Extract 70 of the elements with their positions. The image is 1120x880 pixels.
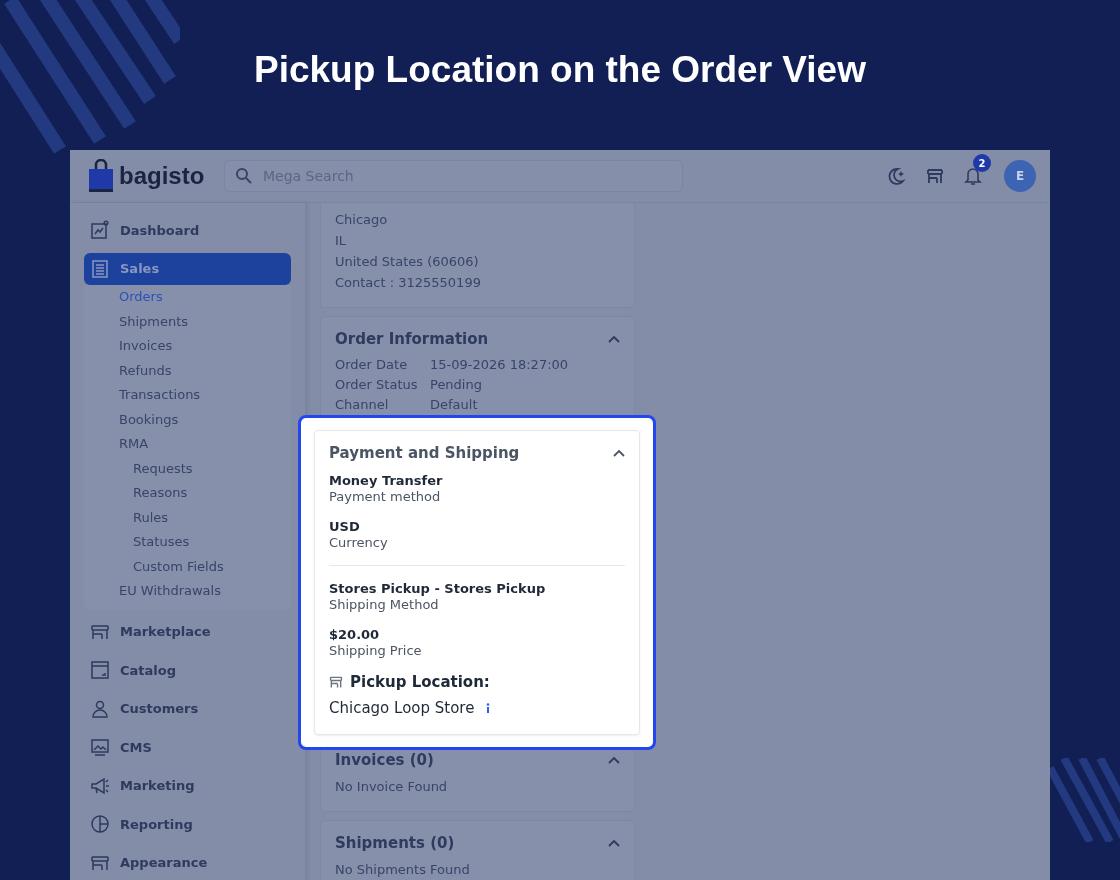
field-value: Stores Pickup - Stores Pickup — [329, 581, 547, 597]
info-label: Channel — [335, 396, 390, 414]
field-label: Shipping Price — [329, 643, 423, 659]
card-title: Order Information — [335, 330, 489, 348]
submenu-item[interactable]: Orders — [84, 285, 291, 310]
shopping-bag-icon — [88, 159, 114, 193]
card-title: Invoices (0) — [335, 751, 434, 769]
user-avatar[interactable]: E — [1004, 160, 1036, 192]
submenu-item[interactable]: Requests — [84, 456, 291, 481]
megaphone-icon — [90, 775, 110, 796]
sidebar-item[interactable]: CMS — [84, 731, 291, 763]
info-value: Pending — [430, 376, 482, 394]
chevron-up-icon[interactable] — [608, 839, 620, 847]
picture-icon — [90, 737, 110, 757]
store-name: Chicago Loop Store — [329, 699, 475, 717]
address-line: United States (60606) — [335, 253, 480, 271]
address-line: Chicago — [335, 211, 389, 229]
chevron-up-icon[interactable] — [613, 449, 625, 457]
submenu-item[interactable]: Bookings — [84, 407, 291, 432]
sidebar-item[interactable]: Marketplace — [84, 615, 291, 648]
address-line: IL — [335, 232, 348, 250]
document-icon — [90, 258, 110, 279]
page-title: Pickup Location on the Order View — [254, 49, 866, 91]
submenu-item[interactable]: Statuses — [84, 530, 291, 555]
card-title: Payment and Shipping — [329, 444, 520, 462]
person-icon — [90, 698, 110, 719]
pickup-location-heading: Pickup Location: — [350, 673, 490, 691]
window-icon — [90, 660, 110, 680]
sidebar-item[interactable]: Sales — [84, 252, 291, 285]
empty-message: No Shipments Found — [335, 861, 471, 879]
logo-text[interactable]: bagisto — [119, 162, 205, 190]
pie-chart-icon — [90, 814, 110, 834]
field-value: USD — [329, 519, 361, 535]
empty-message: No Invoice Found — [335, 778, 449, 796]
submenu-item[interactable]: Reasons — [84, 481, 291, 506]
info-label: Order Status — [335, 376, 419, 394]
submenu-item[interactable]: Invoices — [84, 334, 291, 359]
dashboard-icon — [90, 220, 110, 240]
field-value: Money Transfer — [329, 473, 444, 489]
field-label: Shipping Method — [329, 597, 440, 613]
address-line: Contact : 3125550199 — [335, 274, 482, 292]
moon-icon[interactable] — [886, 166, 906, 186]
sidebar-item[interactable]: Customers — [84, 692, 291, 725]
submenu-item[interactable]: Shipments — [84, 309, 291, 334]
field-label: Payment method — [329, 489, 442, 505]
search-icon — [235, 167, 253, 185]
info-value: 15-09-2026 18:27:00 — [430, 356, 569, 374]
sidebar-item[interactable]: Dashboard — [84, 214, 291, 246]
card-title: Shipments (0) — [335, 834, 455, 852]
submenu-item[interactable]: EU Withdrawals — [84, 579, 291, 604]
sidebar-item[interactable]: Marketing — [84, 769, 291, 802]
submenu-item[interactable]: Refunds — [84, 358, 291, 383]
notification-badge: 2 — [973, 154, 991, 172]
info-icon[interactable] — [486, 703, 491, 713]
chevron-up-icon[interactable] — [608, 756, 620, 764]
info-value: Default — [430, 396, 478, 414]
field-label: Currency — [329, 535, 389, 551]
submenu-item[interactable]: Rules — [84, 505, 291, 530]
chevron-up-icon[interactable] — [608, 335, 620, 343]
submenu-item[interactable]: RMA — [84, 432, 291, 457]
field-value: $20.00 — [329, 627, 381, 643]
submenu-item[interactable]: Transactions — [84, 383, 291, 408]
info-label: Order Date — [335, 356, 409, 374]
submenu-item[interactable]: Custom Fields — [84, 554, 291, 579]
sidebar-item[interactable]: Appearance — [84, 846, 291, 879]
sidebar-item[interactable]: Catalog — [84, 654, 291, 686]
sidebar-item[interactable]: Reporting — [84, 808, 291, 840]
store-icon — [329, 675, 343, 689]
store-icon[interactable] — [926, 167, 944, 185]
bell-icon[interactable] — [964, 166, 982, 186]
